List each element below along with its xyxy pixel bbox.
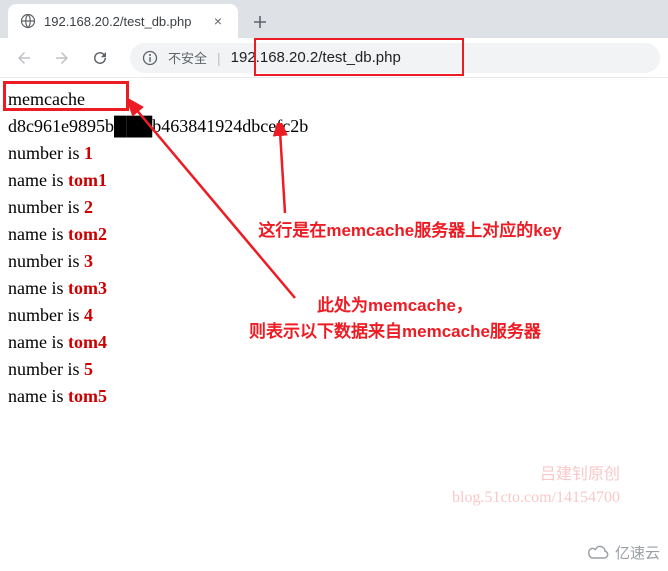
list-item: number is 3 bbox=[8, 248, 660, 275]
tab-bar: 192.168.20.2/test_db.php × bbox=[0, 0, 668, 38]
security-label: 不安全 bbox=[168, 48, 207, 67]
forward-button[interactable] bbox=[46, 42, 78, 74]
info-icon[interactable] bbox=[142, 50, 158, 66]
browser-tab[interactable]: 192.168.20.2/test_db.php × bbox=[8, 4, 238, 38]
globe-icon bbox=[20, 13, 36, 29]
tab-title: 192.168.20.2/test_db.php bbox=[44, 14, 191, 29]
reload-button[interactable] bbox=[84, 42, 116, 74]
url-text: 192.168.20.2/test_db.php bbox=[231, 49, 401, 66]
list-item: name is tom5 bbox=[8, 383, 660, 410]
toolbar: 不安全 | 192.168.20.2/test_db.php bbox=[0, 38, 668, 78]
page-content: memcache d8c961e9895b███b463841924dbcefc… bbox=[0, 78, 668, 418]
address-bar[interactable]: 不安全 | 192.168.20.2/test_db.php bbox=[130, 43, 660, 73]
new-tab-button[interactable] bbox=[246, 8, 274, 36]
watermark: 吕建钊原创 blog.51cto.com/14154700 bbox=[452, 464, 620, 509]
list-item: name is tom1 bbox=[8, 167, 660, 194]
cloud-icon bbox=[585, 544, 611, 562]
close-icon[interactable]: × bbox=[210, 13, 226, 29]
source-label: memcache bbox=[8, 86, 660, 113]
hash-key: d8c961e9895b███b463841924dbcefc2b bbox=[8, 113, 660, 140]
list-item: number is 1 bbox=[8, 140, 660, 167]
logo: 亿速云 bbox=[585, 542, 660, 563]
list-item: number is 5 bbox=[8, 356, 660, 383]
list-item: number is 2 bbox=[8, 194, 660, 221]
annotation-memcache-note: 此处为memcache， 则表示以下数据来自memcache服务器 bbox=[180, 293, 610, 344]
back-button[interactable] bbox=[8, 42, 40, 74]
annotation-key-note: 这行是在memcache服务器上对应的key bbox=[225, 218, 595, 244]
